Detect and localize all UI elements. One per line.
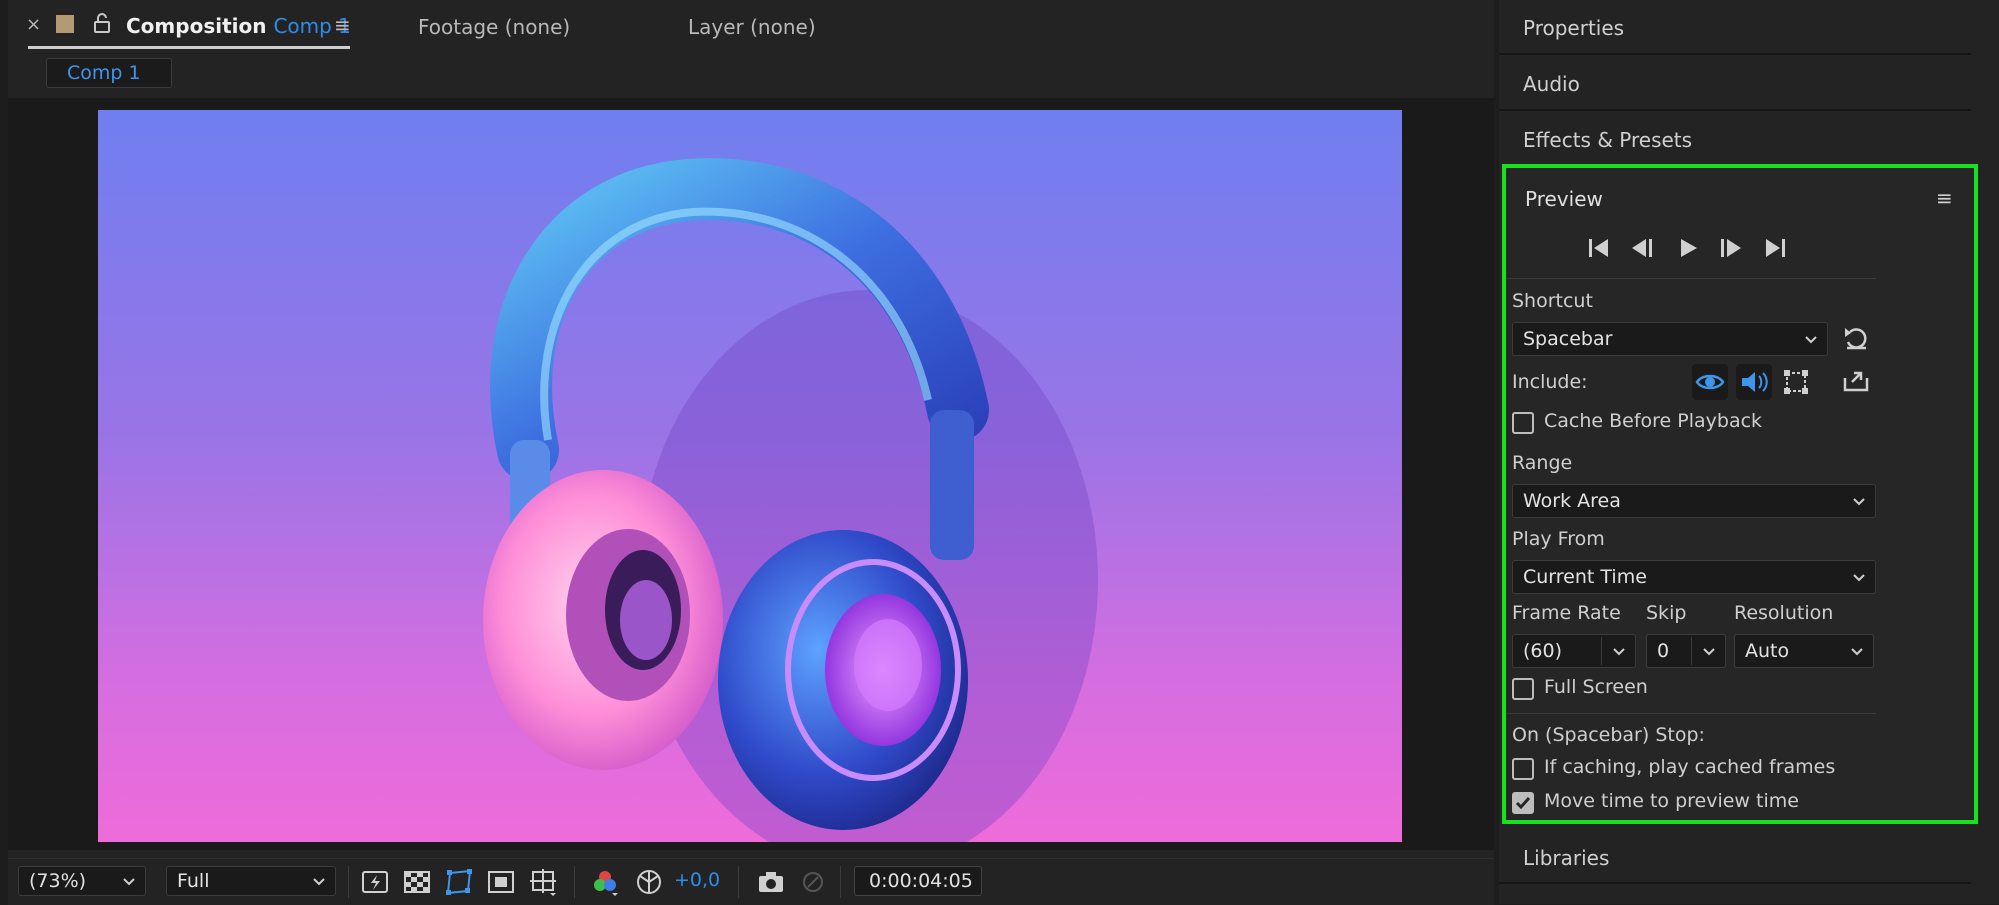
lock-icon[interactable] [92, 12, 112, 34]
include-overlays-icon[interactable] [1782, 368, 1810, 396]
on-stop-label: On (Spacebar) Stop: [1512, 724, 1705, 746]
dropdown-divider [1601, 637, 1602, 665]
tab-composition[interactable]: Composition Comp 1 [126, 14, 351, 38]
tab-composition-label: Composition [126, 14, 267, 38]
resolution-label: Resolution [1734, 602, 1834, 624]
include-audio-toggle[interactable] [1736, 364, 1772, 400]
composition-color-icon [56, 15, 74, 33]
snapshot-camera-icon[interactable] [756, 867, 786, 897]
chevron-down-icon [1703, 648, 1715, 656]
first-frame-icon[interactable] [1586, 236, 1612, 260]
checkmark-icon [1515, 797, 1531, 810]
resolution-value: Full [177, 870, 210, 892]
chevron-down-icon [1805, 336, 1817, 344]
composition-canvas[interactable] [98, 110, 1402, 842]
play-icon[interactable] [1676, 236, 1700, 260]
range-value: Work Area [1523, 490, 1621, 512]
skip-label: Skip [1646, 602, 1687, 624]
cache-before-playback-label: Cache Before Playback [1544, 410, 1763, 432]
chevron-down-icon [1613, 648, 1625, 656]
tab-menu-icon[interactable]: ≡ [334, 13, 351, 37]
range-label: Range [1512, 452, 1573, 474]
chevron-down-icon [1853, 498, 1865, 506]
cache-before-playback-checkbox[interactable] [1512, 412, 1534, 434]
full-screen-checkbox[interactable] [1512, 678, 1534, 700]
timecode-value: 0:00:04:05 [869, 870, 973, 892]
toolbar-divider [348, 866, 349, 898]
panel-separator [1499, 109, 1971, 111]
dropdown-divider [1691, 637, 1692, 665]
move-time-label: Move time to preview time [1544, 790, 1799, 812]
toolbar-divider [840, 866, 841, 898]
comp-subtab[interactable]: Comp 1 [46, 58, 172, 88]
channels-icon[interactable] [590, 867, 620, 897]
exposure-value[interactable]: +0,0 [674, 869, 720, 891]
preview-menu-icon[interactable]: ≡ [1936, 186, 1953, 210]
fast-previews-icon[interactable] [360, 867, 390, 897]
toolbar-divider [574, 866, 575, 898]
if-caching-label: If caching, play cached frames [1544, 756, 1836, 778]
resolution-dropdown[interactable]: Full [166, 866, 336, 896]
reset-icon[interactable] [1842, 326, 1870, 352]
frame-rate-label: Frame Rate [1512, 602, 1621, 624]
resolution-dropdown-preview[interactable]: Auto [1734, 634, 1874, 668]
show-snapshot-icon[interactable] [798, 867, 828, 897]
play-from-dropdown[interactable]: Current Time [1512, 560, 1876, 594]
headphones-image [483, 158, 1098, 842]
shortcut-label: Shortcut [1512, 290, 1593, 312]
transparency-grid-icon[interactable] [402, 867, 432, 897]
skip-dropdown[interactable]: 0 [1646, 634, 1726, 668]
zoom-dropdown[interactable]: (73%) [18, 866, 146, 896]
composition-panel: × Composition Comp 1 ≡ Footage (none) La… [8, 0, 1494, 905]
shortcut-dropdown[interactable]: Spacebar [1512, 322, 1828, 356]
toolbar-divider [738, 866, 739, 898]
frame-rate-value: (60) [1523, 640, 1563, 662]
section-divider [1506, 278, 1876, 279]
mask-path-icon[interactable] [444, 867, 474, 897]
resolution-value-preview: Auto [1745, 640, 1790, 662]
chevron-down-icon [313, 878, 325, 886]
tab-layer[interactable]: Layer (none) [688, 15, 816, 39]
region-of-interest-icon[interactable] [486, 867, 516, 897]
range-dropdown[interactable]: Work Area [1512, 484, 1876, 518]
composition-tab-bar: × Composition Comp 1 ≡ Footage (none) La… [8, 0, 1494, 52]
move-time-checkbox[interactable] [1512, 792, 1534, 814]
zoom-value: (73%) [29, 870, 87, 892]
exposure-reset-icon[interactable] [634, 867, 664, 897]
close-icon[interactable]: × [26, 14, 41, 35]
full-screen-label: Full Screen [1544, 676, 1648, 698]
previous-frame-icon[interactable] [1630, 236, 1656, 260]
preview-panel-title: Preview [1525, 187, 1603, 211]
include-video-toggle[interactable] [1692, 364, 1728, 400]
shortcut-value: Spacebar [1523, 328, 1613, 350]
include-label: Include: [1512, 371, 1588, 393]
chevron-down-icon [1853, 574, 1865, 582]
panel-separator [1499, 53, 1971, 55]
panel-separator [1499, 882, 1971, 884]
current-time-display[interactable]: 0:00:04:05 [854, 866, 982, 896]
preview-panel: Preview ≡ Shortcut Spacebar Include: Cac… [1502, 164, 1978, 824]
next-frame-icon[interactable] [1718, 236, 1744, 260]
chevron-down-icon [1851, 648, 1863, 656]
effects-presets-panel-header[interactable]: Effects & Presets [1523, 128, 1692, 152]
viewer-toolbar: (73%) Full +0,0 0:00:04:05 [8, 858, 1494, 905]
play-from-label: Play From [1512, 528, 1605, 550]
properties-panel-header[interactable]: Properties [1523, 16, 1624, 40]
tab-footage[interactable]: Footage (none) [418, 15, 570, 39]
composition-viewer[interactable] [8, 98, 1494, 850]
if-caching-checkbox[interactable] [1512, 758, 1534, 780]
eye-icon [1695, 374, 1725, 390]
export-icon[interactable] [1842, 368, 1870, 394]
audio-panel-header[interactable]: Audio [1523, 72, 1580, 96]
frame-rate-dropdown[interactable]: (60) [1512, 634, 1636, 668]
section-divider [1506, 713, 1876, 714]
last-frame-icon[interactable] [1762, 236, 1788, 260]
grid-guides-icon[interactable] [528, 867, 558, 897]
play-from-value: Current Time [1523, 566, 1647, 588]
libraries-panel-header[interactable]: Libraries [1523, 846, 1609, 870]
chevron-down-icon [123, 878, 135, 886]
speaker-icon [1742, 372, 1768, 392]
skip-value: 0 [1657, 640, 1670, 662]
active-tab-underline [28, 46, 350, 49]
